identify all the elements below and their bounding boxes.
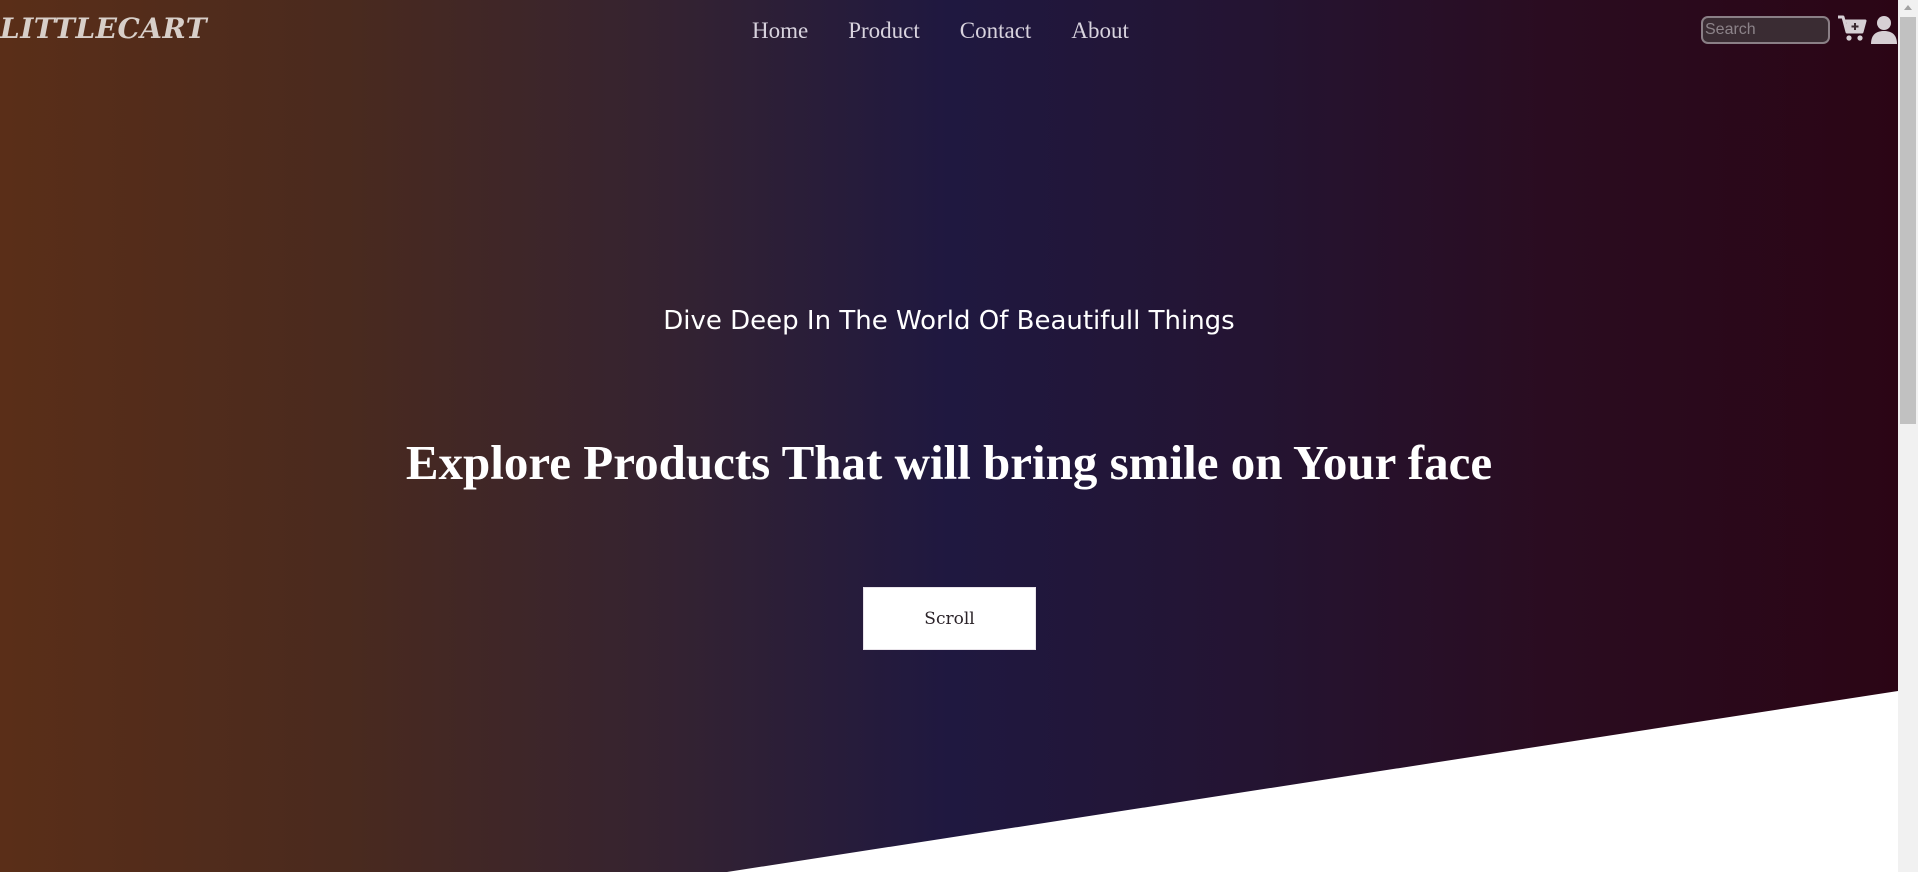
cart-plus-icon[interactable] [1837, 14, 1867, 47]
search-input[interactable] [1701, 16, 1830, 44]
scroll-up-arrow-icon[interactable] [1898, 0, 1918, 16]
nav-contact-link[interactable]: Contact [960, 18, 1032, 44]
user-icon[interactable] [1869, 14, 1899, 49]
scroll-button[interactable]: Scroll [863, 587, 1036, 650]
page-scrollbar[interactable] [1898, 0, 1918, 872]
nav-home-link[interactable]: Home [752, 18, 808, 44]
main-nav: Home Product Contact About [752, 18, 1129, 44]
site-logo[interactable]: LITTLECART [0, 12, 207, 45]
hero-subtitle: Dive Deep In The World Of Beautifull Thi… [663, 306, 1235, 336]
hero-headline: Explore Products That will bring smile o… [405, 435, 1493, 490]
page: LITTLECART Home Product Contact About Di… [0, 0, 1918, 872]
scrollbar-thumb[interactable] [1900, 17, 1916, 424]
nav-product-link[interactable]: Product [848, 18, 920, 44]
nav-about-link[interactable]: About [1071, 18, 1129, 44]
